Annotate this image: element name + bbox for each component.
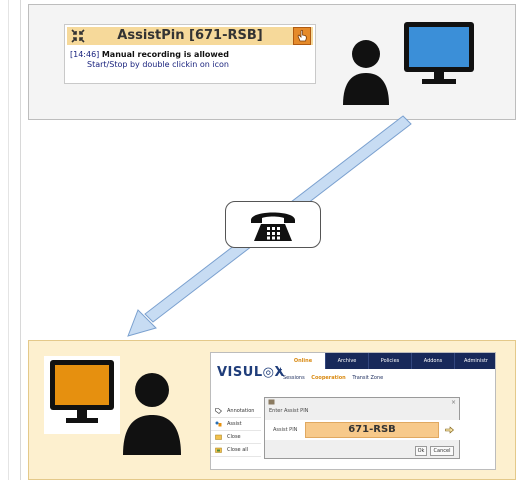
console-side-menu: Annotation Assist Close Close all: [211, 405, 261, 457]
tab-online[interactable]: Online: [281, 353, 325, 369]
phone-node: [225, 201, 321, 248]
dialog-app-icon: [268, 399, 275, 405]
tag-icon: [215, 408, 222, 414]
console-tabbar: Online Archive Policies Addons Administr: [281, 353, 495, 369]
side-item-close-all[interactable]: Close all: [211, 444, 261, 457]
tab-policies[interactable]: Policies: [368, 353, 411, 369]
ok-button[interactable]: Ok: [415, 446, 427, 456]
side-item-label: Close: [227, 434, 241, 440]
side-item-label: Close all: [227, 447, 249, 453]
close-icon[interactable]: ×: [451, 399, 456, 406]
agent-user-icon: [123, 373, 181, 455]
dialog-title: Enter Assist PIN: [269, 408, 309, 414]
agent-monitor-icon: [50, 360, 114, 423]
side-item-label: Assist: [227, 421, 242, 427]
tab-administration[interactable]: Administr: [454, 353, 495, 369]
cancel-button[interactable]: Cancel: [430, 446, 454, 456]
assist-icon: [215, 421, 222, 427]
pin-input[interactable]: 671-RSB: [305, 422, 439, 438]
subtab-transit-zone[interactable]: Transit Zone: [352, 375, 383, 381]
side-item-label: Annotation: [227, 408, 255, 414]
assist-pin-dialog: × Enter Assist PIN Assist PIN 671-RSB Ok…: [264, 397, 461, 459]
subtab-cooperation[interactable]: Cooperation: [311, 375, 345, 381]
console-subtabs: Sessions Cooperation Transit Zone: [283, 375, 388, 381]
side-item-annotation[interactable]: Annotation: [211, 405, 261, 418]
tab-archive[interactable]: Archive: [325, 353, 368, 369]
hand-pointer-icon[interactable]: [445, 426, 454, 434]
agent-console: VISUL◎X Online Archive Policies Addons A…: [210, 352, 496, 470]
telephone-icon: [251, 212, 295, 241]
side-item-close[interactable]: Close: [211, 431, 261, 444]
console-logo: VISUL◎X: [217, 365, 285, 380]
close-folder-icon: [215, 434, 222, 440]
subtab-sessions[interactable]: Sessions: [283, 375, 305, 381]
pin-row: Assist PIN 671-RSB: [265, 420, 461, 440]
side-item-assist[interactable]: Assist: [211, 418, 261, 431]
tab-addons[interactable]: Addons: [411, 353, 454, 369]
pin-label: Assist PIN: [273, 427, 298, 433]
close-all-icon: [215, 447, 222, 453]
